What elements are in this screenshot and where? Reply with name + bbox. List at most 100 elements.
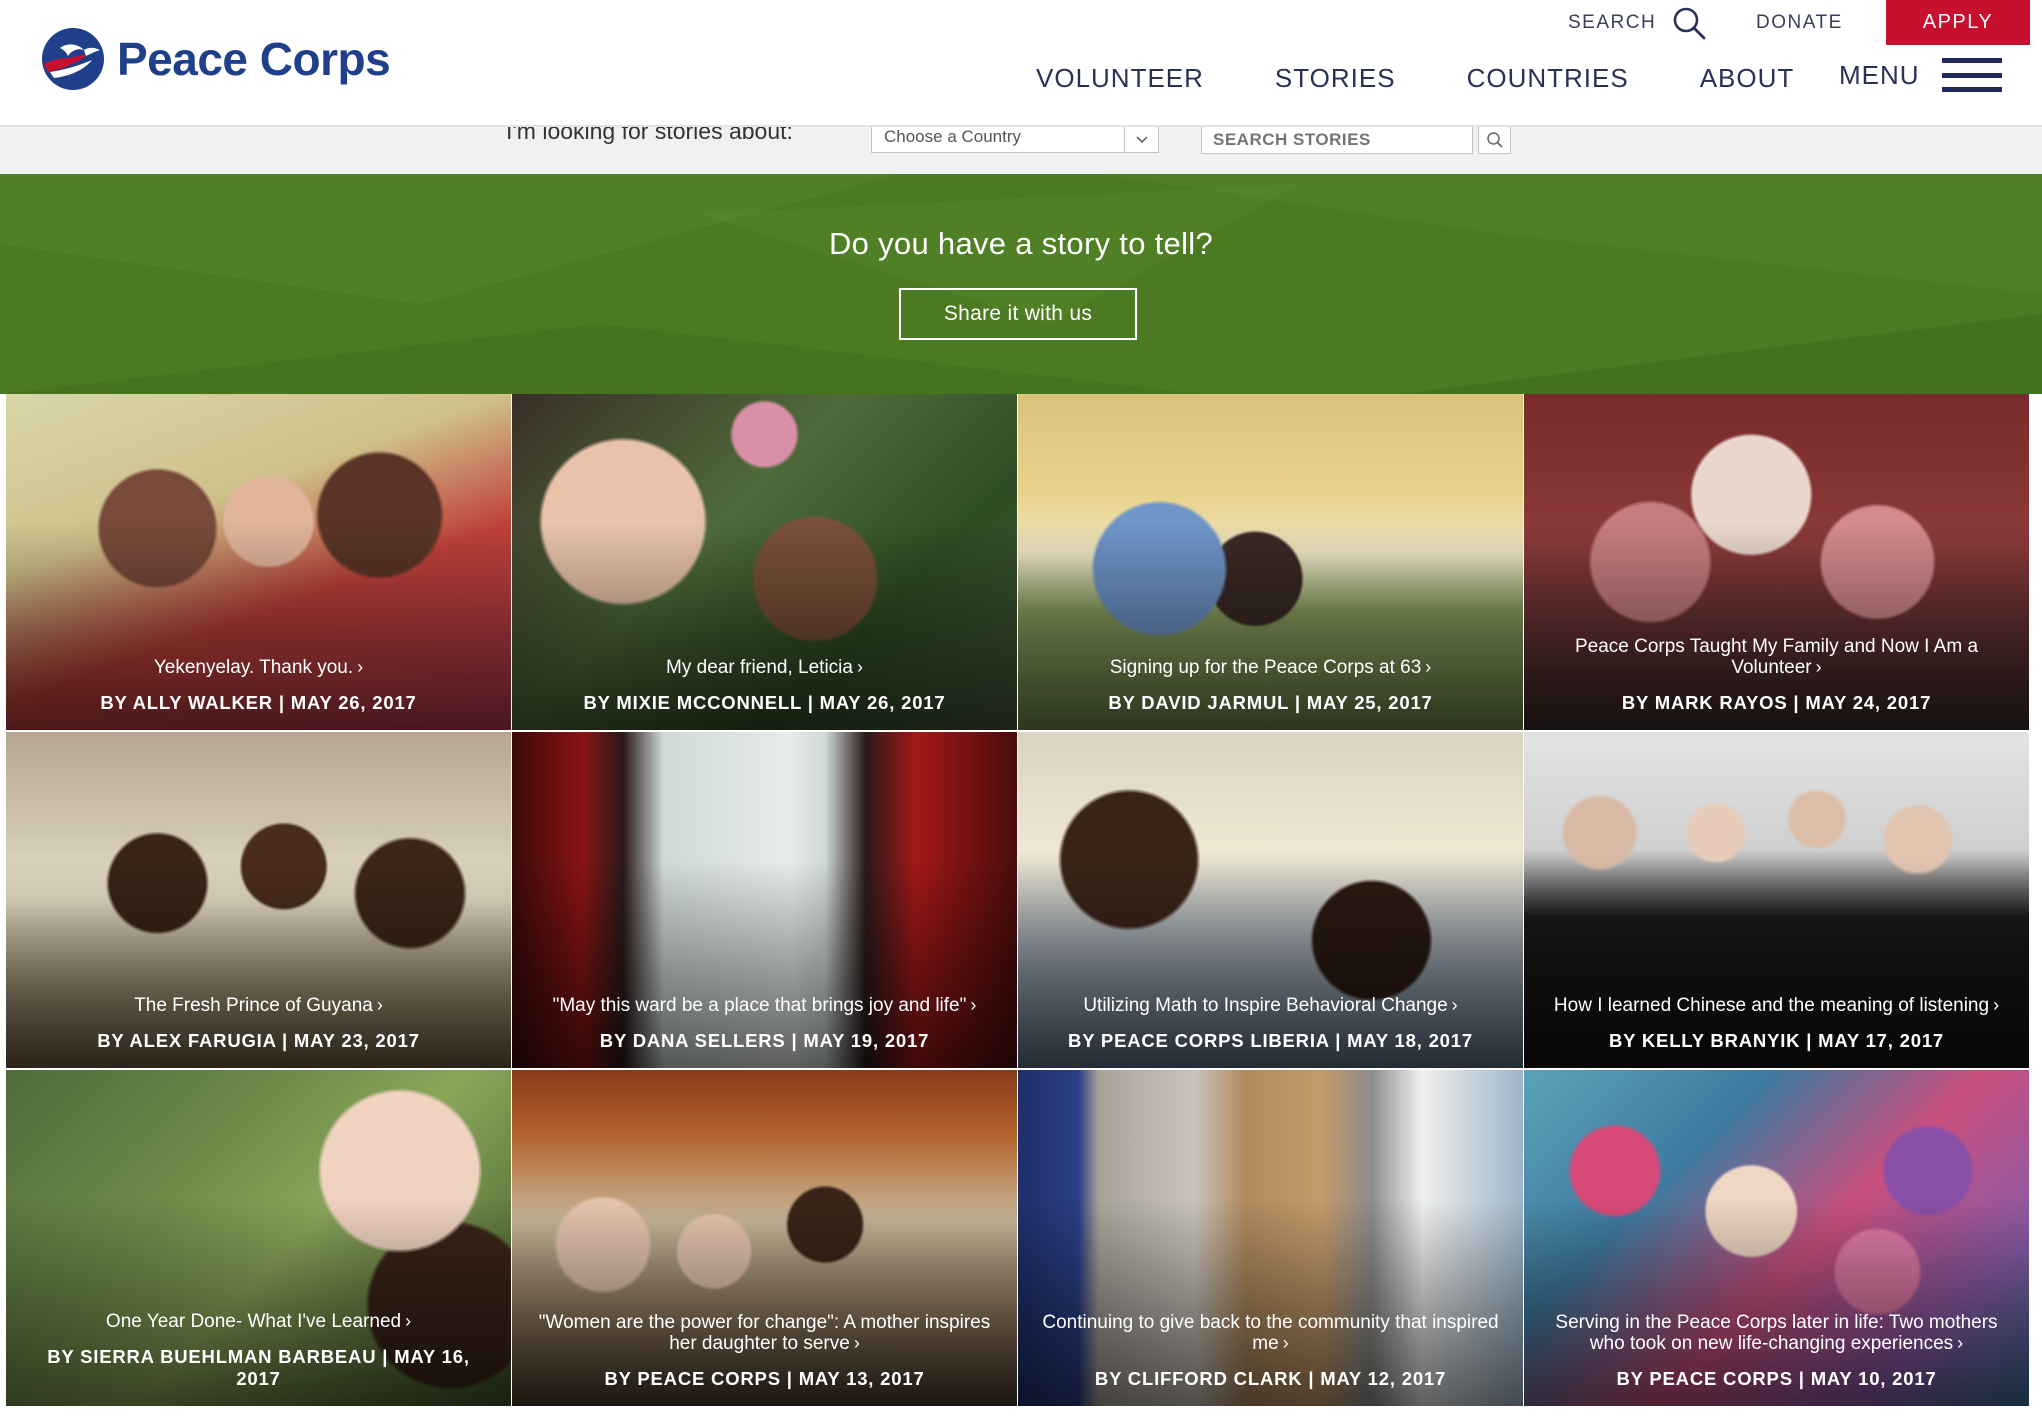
main-navigation: VOLUNTEER STORIES COUNTRIES ABOUT — [1036, 58, 1865, 98]
story-title-text: How I learned Chinese and the meaning of… — [1553, 995, 1990, 1016]
story-title-text: Peace Corps Taught My Family and Now I A… — [1574, 636, 1979, 678]
story-title[interactable]: Serving in the Peace Corps later in life… — [1548, 1313, 2005, 1354]
chevron-down-icon — [1124, 127, 1158, 152]
story-byline: BY DAVID JARMUL | MAY 25, 2017 — [1108, 692, 1433, 713]
nav-countries[interactable]: COUNTRIES — [1467, 63, 1629, 94]
country-select-value: Choose a Country — [884, 127, 1022, 146]
story-title[interactable]: One Year Done- What I've Learned › — [30, 1311, 487, 1332]
story-title-text: Utilizing Math to Inspire Behavioral Cha… — [1083, 995, 1448, 1016]
story-title[interactable]: Utilizing Math to Inspire Behavioral Cha… — [1042, 995, 1499, 1016]
donate-link[interactable]: DONATE — [1756, 0, 1843, 45]
story-title-text: Serving in the Peace Corps later in life… — [1555, 1312, 1998, 1354]
story-byline: BY MARK RAYOS | MAY 24, 2017 — [1621, 692, 1932, 713]
dove-globe-icon — [42, 28, 104, 90]
header-search-link[interactable]: SEARCH — [1568, 0, 1706, 45]
chevron-right-icon: › — [1451, 995, 1458, 1015]
story-caption: How I learned Chinese and the meaning of… — [1548, 995, 2005, 1052]
chevron-right-icon: › — [1425, 657, 1432, 677]
story-byline: BY PEACE CORPS | MAY 10, 2017 — [1616, 1368, 1937, 1389]
search-icon — [1673, 7, 1706, 39]
story-card[interactable]: Serving in the Peace Corps later in life… — [1524, 1070, 2029, 1406]
story-grid: Yekenyelay. Thank you. › BY ALLY WALKER |… — [6, 394, 2030, 1406]
story-title-text: One Year Done- What I've Learned — [105, 1311, 402, 1332]
chevron-right-icon: › — [970, 995, 977, 1015]
chevron-right-icon: › — [1993, 995, 2000, 1015]
story-byline: BY DANA SELLERS | MAY 19, 2017 — [599, 1030, 930, 1051]
chevron-right-icon: › — [1957, 1333, 1964, 1353]
story-caption: The Fresh Prince of Guyana › BY ALEX FARU… — [30, 995, 487, 1052]
story-title[interactable]: Yekenyelay. Thank you. › — [30, 657, 487, 678]
story-filter-bar: I'm looking for stories about: Choose a … — [0, 127, 2042, 174]
story-title[interactable]: Signing up for the Peace Corps at 63 › — [1042, 657, 1499, 678]
story-byline: BY PEACE CORPS | MAY 13, 2017 — [604, 1368, 925, 1389]
story-byline: BY KELLY BRANYIK | MAY 17, 2017 — [1608, 1030, 1945, 1051]
story-title[interactable]: "May this ward be a place that brings jo… — [536, 995, 993, 1016]
chevron-right-icon: › — [357, 657, 364, 677]
story-title-text: Signing up for the Peace Corps at 63 — [1109, 657, 1422, 678]
story-title[interactable]: How I learned Chinese and the meaning of… — [1548, 995, 2005, 1016]
story-byline: BY ALLY WALKER | MAY 26, 2017 — [100, 692, 417, 713]
story-caption: Utilizing Math to Inspire Behavioral Cha… — [1042, 995, 1499, 1052]
story-card[interactable]: "Women are the power for change": A moth… — [512, 1070, 1017, 1406]
story-caption: Yekenyelay. Thank you. › BY ALLY WALKER |… — [30, 657, 487, 714]
story-title-text: My dear friend, Leticia — [666, 657, 853, 678]
story-card[interactable]: Yekenyelay. Thank you. › BY ALLY WALKER |… — [6, 394, 511, 730]
nav-stories[interactable]: STORIES — [1275, 63, 1396, 94]
peace-corps-logo[interactable]: Peace Corps — [40, 24, 391, 94]
story-title[interactable]: "Women are the power for change": A moth… — [536, 1313, 993, 1354]
menu-label: MENU — [1839, 59, 1920, 90]
search-stories-button[interactable] — [1478, 127, 1511, 154]
story-card[interactable]: One Year Done- What I've Learned › BY SIE… — [6, 1070, 511, 1406]
banner-pattern — [0, 174, 2042, 394]
share-story-button[interactable]: Share it with us — [899, 288, 1137, 340]
story-byline: BY PEACE CORPS LIBERIA | MAY 18, 2017 — [1068, 1030, 1473, 1051]
banner-title: Do you have a story to tell? — [828, 226, 1214, 261]
story-title-text: Yekenyelay. Thank you. — [153, 657, 354, 678]
chevron-right-icon: › — [853, 1333, 860, 1353]
story-byline: BY MIXIE MCCONNELL | MAY 26, 2017 — [583, 692, 946, 713]
story-caption: "Women are the power for change": A moth… — [536, 1313, 993, 1390]
chevron-right-icon: › — [856, 657, 863, 677]
hamburger-icon — [1941, 58, 2002, 92]
story-card[interactable]: "May this ward be a place that brings jo… — [512, 732, 1017, 1068]
chevron-right-icon: › — [1282, 1333, 1289, 1353]
story-byline: BY CLIFFORD CLARK | MAY 12, 2017 — [1094, 1368, 1447, 1389]
menu-toggle[interactable]: MENU — [1839, 58, 2002, 92]
story-title[interactable]: Continuing to give back to the community… — [1042, 1313, 1499, 1354]
story-caption: Continuing to give back to the community… — [1042, 1313, 1499, 1390]
chevron-right-icon: › — [1815, 657, 1822, 677]
story-caption: My dear friend, Leticia › BY MIXIE MCCONN… — [536, 657, 993, 714]
story-card[interactable]: How I learned Chinese and the meaning of… — [1524, 732, 2029, 1068]
story-byline: BY SIERRA BUEHLMAN BARBEAU | MAY 16, 201… — [47, 1346, 470, 1389]
story-title[interactable]: The Fresh Prince of Guyana › — [30, 995, 487, 1016]
story-byline: BY ALEX FARUGIA | MAY 23, 2017 — [97, 1030, 420, 1051]
nav-about[interactable]: ABOUT — [1700, 63, 1795, 94]
apply-button[interactable]: APPLY — [1886, 0, 2030, 45]
chevron-right-icon: › — [405, 1311, 412, 1331]
story-title-text: "Women are the power for change": A moth… — [538, 1312, 991, 1354]
story-title-text: The Fresh Prince of Guyana — [134, 995, 373, 1016]
chevron-right-icon: › — [376, 995, 383, 1015]
story-card[interactable]: My dear friend, Leticia › BY MIXIE MCCONN… — [512, 394, 1017, 730]
story-caption: Serving in the Peace Corps later in life… — [1548, 1313, 2005, 1390]
country-select[interactable]: Choose a Country — [871, 127, 1159, 153]
site-header: Peace Corps SEARCH DONATE APPLY VOLUNTEE… — [0, 0, 2042, 127]
story-title-text: "May this ward be a place that brings jo… — [552, 995, 967, 1016]
story-card[interactable]: Utilizing Math to Inspire Behavioral Cha… — [1018, 732, 1523, 1068]
filter-label: I'm looking for stories about: — [506, 127, 793, 144]
search-icon — [1486, 132, 1503, 148]
nav-volunteer[interactable]: VOLUNTEER — [1036, 63, 1204, 94]
search-stories-input[interactable] — [1201, 127, 1473, 154]
story-title[interactable]: My dear friend, Leticia › — [536, 657, 993, 678]
story-title-text: Continuing to give back to the community… — [1042, 1312, 1499, 1354]
header-search-label: SEARCH — [1568, 11, 1657, 33]
story-title[interactable]: Peace Corps Taught My Family and Now I A… — [1548, 637, 2005, 678]
story-caption: Peace Corps Taught My Family and Now I A… — [1548, 637, 2005, 714]
story-card[interactable]: Peace Corps Taught My Family and Now I A… — [1524, 394, 2029, 730]
brand-name: Peace Corps — [117, 33, 391, 85]
story-card[interactable]: Continuing to give back to the community… — [1018, 1070, 1523, 1406]
share-story-banner: Do you have a story to tell? Share it wi… — [0, 174, 2042, 394]
story-caption: Signing up for the Peace Corps at 63 › BY… — [1042, 657, 1499, 714]
story-card[interactable]: Signing up for the Peace Corps at 63 › BY… — [1018, 394, 1523, 730]
story-card[interactable]: The Fresh Prince of Guyana › BY ALEX FARU… — [6, 732, 511, 1068]
